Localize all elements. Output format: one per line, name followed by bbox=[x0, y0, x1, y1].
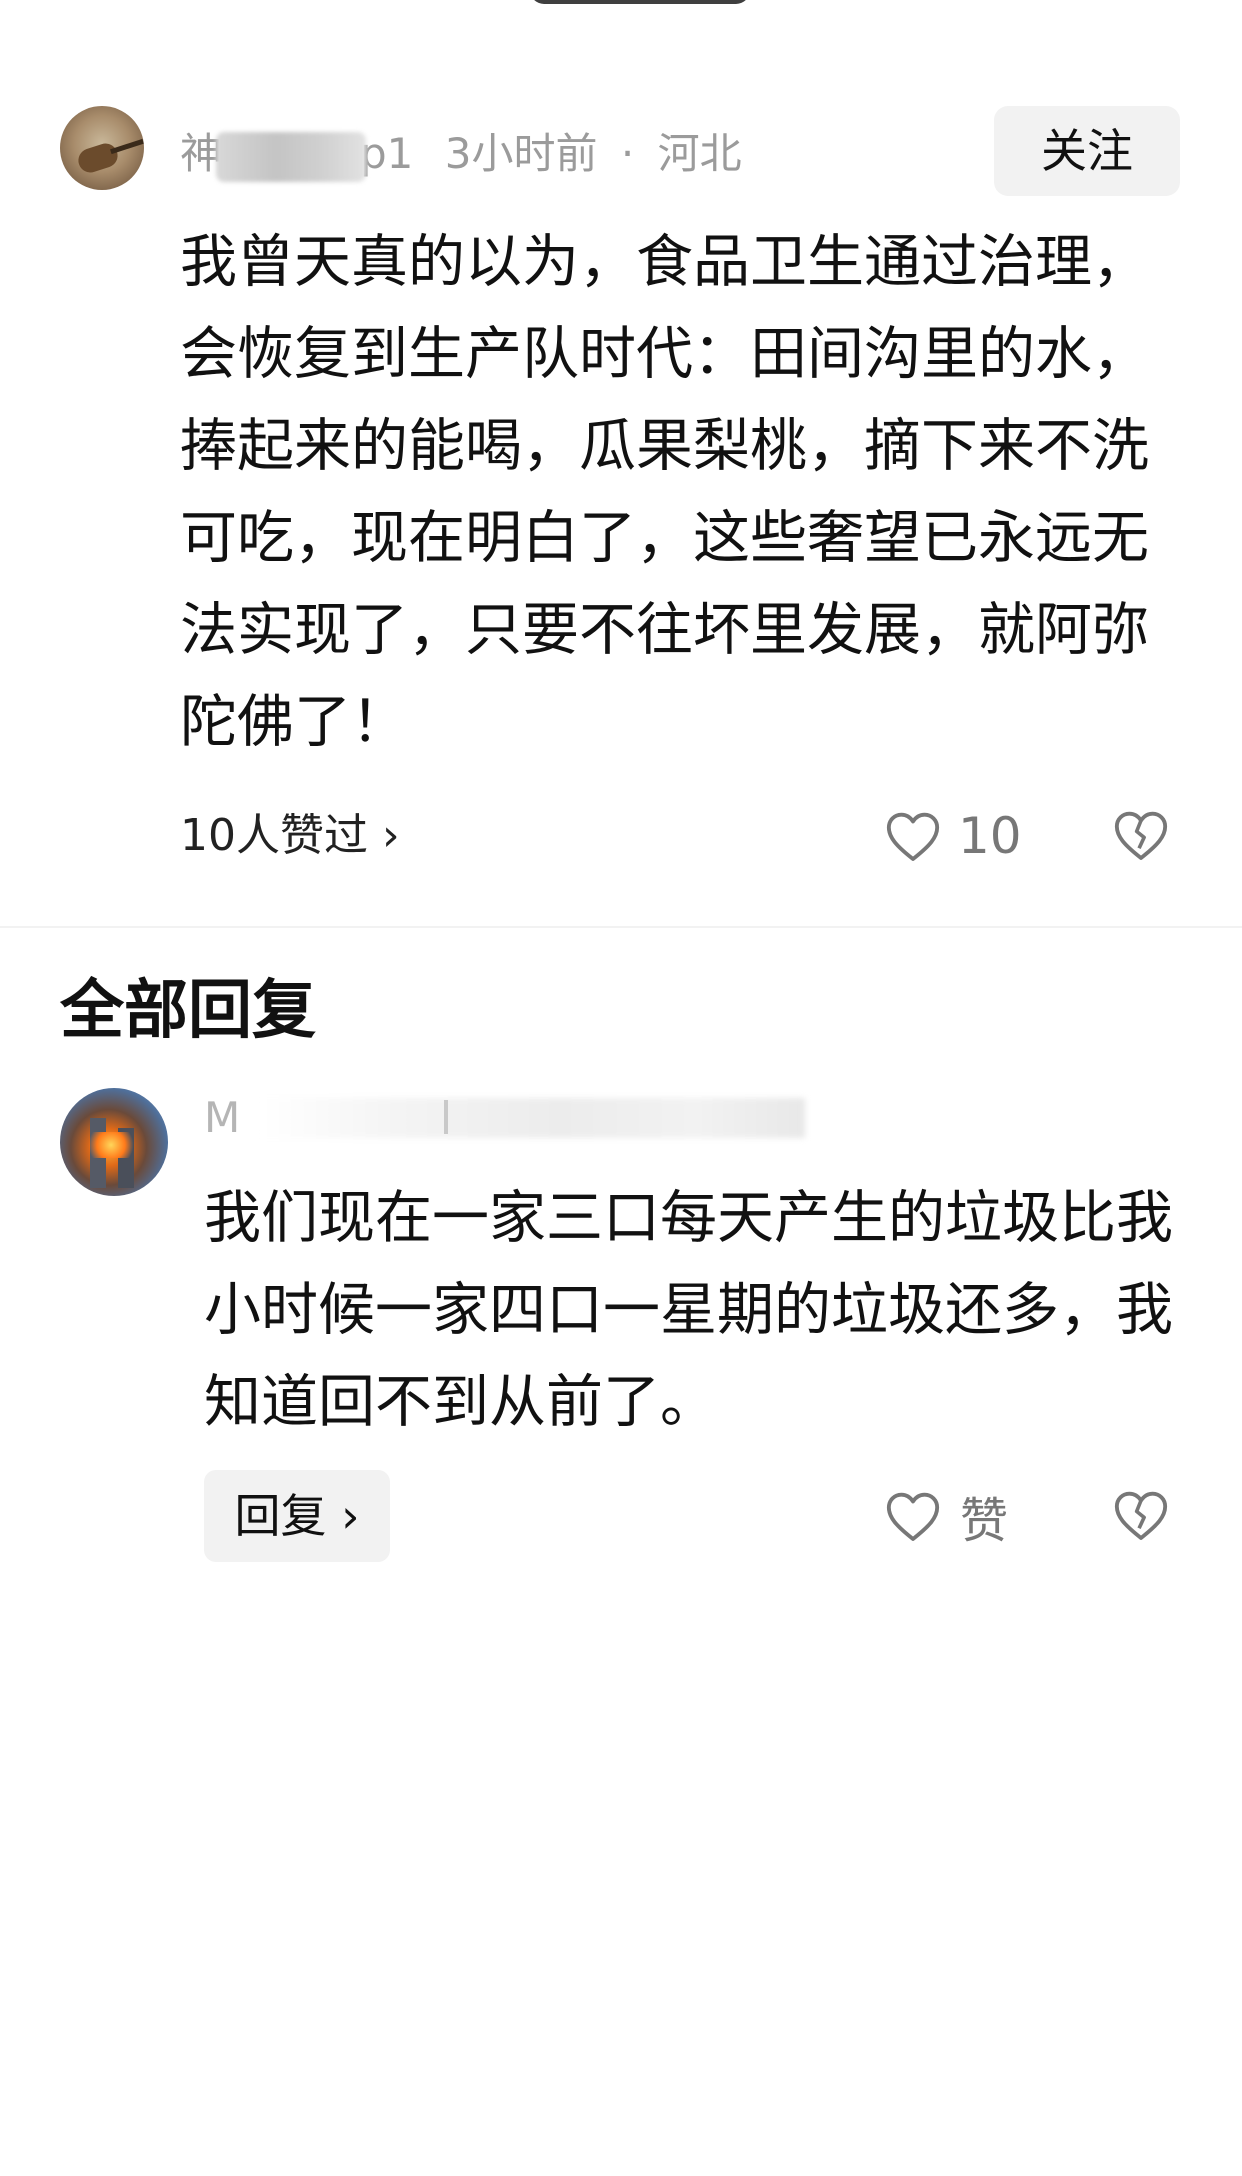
broken-heart-icon[interactable] bbox=[1112, 1486, 1170, 1544]
meta-separator: · bbox=[620, 129, 635, 178]
heart-outline-icon bbox=[886, 1492, 940, 1541]
reply-like-button[interactable]: 赞 bbox=[884, 1486, 1008, 1549]
reply-author-redaction bbox=[260, 1098, 805, 1138]
reply-like-label: 赞 bbox=[960, 1493, 1009, 1549]
reply-author-avatar[interactable] bbox=[60, 1088, 168, 1196]
author-name-redaction bbox=[216, 131, 367, 182]
reply-button[interactable]: 回复 › bbox=[204, 1470, 390, 1562]
like-count: 10 bbox=[958, 807, 1022, 865]
reply-author-name[interactable]: M bbox=[204, 1090, 240, 1146]
replies-section-title: 全部回复 bbox=[60, 974, 316, 1048]
section-divider bbox=[0, 926, 1242, 928]
avatar-guitar-neck bbox=[110, 138, 144, 155]
reply-text: 我们现在一家三口每天产生的垃圾比我小时候一家四口一星期的垃圾还多，我知道回不到从… bbox=[204, 1185, 1173, 1435]
heart-outline-icon bbox=[886, 812, 940, 861]
reply-redaction-bar bbox=[444, 1100, 448, 1134]
commenter-avatar[interactable] bbox=[60, 106, 144, 190]
comment-location: 河北 bbox=[657, 129, 742, 178]
author-name-end[interactable]: p1 bbox=[360, 129, 413, 178]
avatar-smoke-shape bbox=[86, 1132, 136, 1158]
comment-time: 3小时前 bbox=[444, 129, 598, 178]
comment-meta: 神 p1 3小时前 · 河北 bbox=[180, 124, 742, 184]
broken-heart-icon[interactable] bbox=[1112, 806, 1170, 864]
like-button[interactable]: 10 bbox=[884, 806, 1022, 866]
follow-button[interactable]: 关注 bbox=[994, 106, 1180, 196]
top-title-remnant bbox=[530, 0, 750, 4]
comment-text: 我曾天真的以为，食品卫生通过治理，会恢复到生产队时代：田间沟里的水，捧起来的能喝… bbox=[180, 229, 1149, 755]
avatar-guitar-shape bbox=[75, 140, 121, 176]
liked-by-link[interactable]: 10人赞过 › bbox=[180, 808, 400, 864]
